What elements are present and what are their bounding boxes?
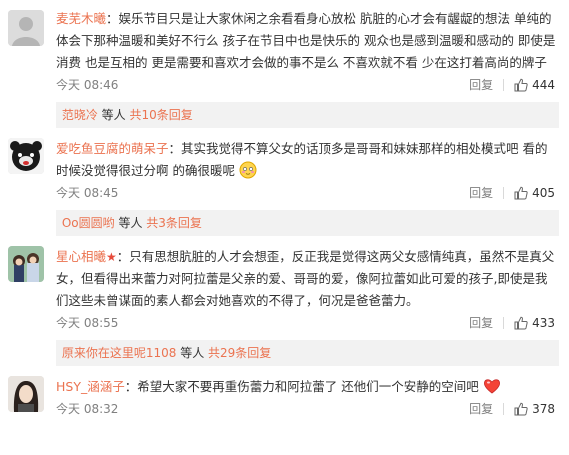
sub-reply-user[interactable]: 原来你在这里呢1108 <box>62 346 177 360</box>
sub-reply-bar[interactable]: 原来你在这里呢1108 等人 共29条回复 <box>56 340 559 366</box>
like-count: 433 <box>532 316 555 330</box>
comment-actions: 回复 444 <box>469 74 555 96</box>
comment-text: 麦芜木曦：娱乐节目只是让大家休闲之余看看身心放松 肮脏的心才会有龌龊的想法 单纯… <box>56 8 559 74</box>
reply-button[interactable]: 回复 <box>469 74 493 96</box>
comment-text: HSY_涵涵子：希望大家不要再重伤蕾力和阿拉蕾了 还他们一个安静的空间吧 <box>56 376 559 398</box>
avatar[interactable] <box>8 138 44 174</box>
comment-actions: 回复 378 <box>469 398 555 420</box>
divider <box>503 317 505 329</box>
comment-meta: 今天 08:46 回复 444 <box>56 74 559 96</box>
comment-username[interactable]: 星心相曦 <box>56 249 106 264</box>
comment-actions: 回复 433 <box>469 312 555 334</box>
like-button[interactable]: 405 <box>514 182 555 204</box>
star-badge-icon: ★ <box>106 250 117 264</box>
divider <box>503 79 505 91</box>
thumbs-up-icon <box>514 186 528 200</box>
avatar[interactable] <box>8 10 44 46</box>
comment-text: 爱吃鱼豆腐的萌呆子：其实我觉得不算父女的话顶多是哥哥和妹妹那样的相处模式吧 看的… <box>56 138 559 182</box>
divider <box>503 187 505 199</box>
sub-reply-text: 等人 <box>176 346 209 360</box>
comment-time: 今天 08:45 <box>56 186 119 200</box>
like-count: 444 <box>532 78 555 92</box>
blush-emoji <box>239 161 257 179</box>
comment-username[interactable]: 爱吃鱼豆腐的萌呆子 <box>56 141 169 156</box>
comment-username[interactable]: HSY_涵涵子 <box>56 379 125 394</box>
comment-body: ：希望大家不要再重伤蕾力和阿拉蕾了 还他们一个安静的空间吧 <box>124 379 479 394</box>
like-button[interactable]: 433 <box>514 312 555 334</box>
sub-reply-bar[interactable]: Oo圆圆哟 等人 共3条回复 <box>56 210 559 236</box>
comment-body: ：娱乐节目只是让大家休闲之余看看身心放松 肮脏的心才会有龌龊的想法 单纯的体会下… <box>56 11 556 70</box>
comment-username[interactable]: 麦芜木曦 <box>56 11 106 26</box>
thumbs-up-icon <box>514 402 528 416</box>
sub-reply-user[interactable]: Oo圆圆哟 <box>62 216 115 230</box>
comment-time: 今天 08:46 <box>56 78 119 92</box>
comment-time: 今天 08:32 <box>56 402 119 416</box>
comment-item: 爱吃鱼豆腐的萌呆子：其实我觉得不算父女的话顶多是哥哥和妹妹那样的相处模式吧 看的… <box>0 128 569 236</box>
thumbs-up-icon <box>514 78 528 92</box>
comment-meta: 今天 08:32 回复 378 <box>56 398 559 420</box>
sub-reply-text: 等人 <box>114 216 147 230</box>
comment-item: HSY_涵涵子：希望大家不要再重伤蕾力和阿拉蕾了 还他们一个安静的空间吧 今天 … <box>0 366 569 420</box>
reply-button[interactable]: 回复 <box>469 182 493 204</box>
avatar[interactable] <box>8 246 44 282</box>
sub-reply-more[interactable]: 共29条回复 <box>208 346 271 360</box>
comment-meta: 今天 08:55 回复 433 <box>56 312 559 334</box>
comment-actions: 回复 405 <box>469 182 555 204</box>
comment-item: 星心相曦★：只有思想肮脏的人才会想歪，反正我是觉得这两父女感情纯真，虽然不是真父… <box>0 236 569 366</box>
like-button[interactable]: 378 <box>514 398 555 420</box>
sub-reply-more[interactable]: 共10条回复 <box>129 108 192 122</box>
sub-reply-text: 等人 <box>97 108 130 122</box>
comment-body: ：只有思想肮脏的人才会想歪，反正我是觉得这两父女感情纯真，虽然不是真父女，但看得… <box>56 249 555 308</box>
reply-button[interactable]: 回复 <box>469 312 493 334</box>
sub-reply-more[interactable]: 共3条回复 <box>146 216 202 230</box>
like-button[interactable]: 444 <box>514 74 555 96</box>
reply-button[interactable]: 回复 <box>469 398 493 420</box>
comment-time: 今天 08:55 <box>56 316 119 330</box>
avatar[interactable] <box>8 376 44 412</box>
comment-meta: 今天 08:45 回复 405 <box>56 182 559 204</box>
comment-text: 星心相曦★：只有思想肮脏的人才会想歪，反正我是觉得这两父女感情纯真，虽然不是真父… <box>56 246 559 312</box>
sub-reply-bar[interactable]: 范晓冷 等人 共10条回复 <box>56 102 559 128</box>
heart-emoji <box>483 377 501 395</box>
sub-reply-user[interactable]: 范晓冷 <box>62 108 98 122</box>
divider <box>503 403 505 415</box>
comment-item: 麦芜木曦：娱乐节目只是让大家休闲之余看看身心放松 肮脏的心才会有龌龊的想法 单纯… <box>0 0 569 128</box>
like-count: 405 <box>532 186 555 200</box>
thumbs-up-icon <box>514 316 528 330</box>
like-count: 378 <box>532 402 555 416</box>
